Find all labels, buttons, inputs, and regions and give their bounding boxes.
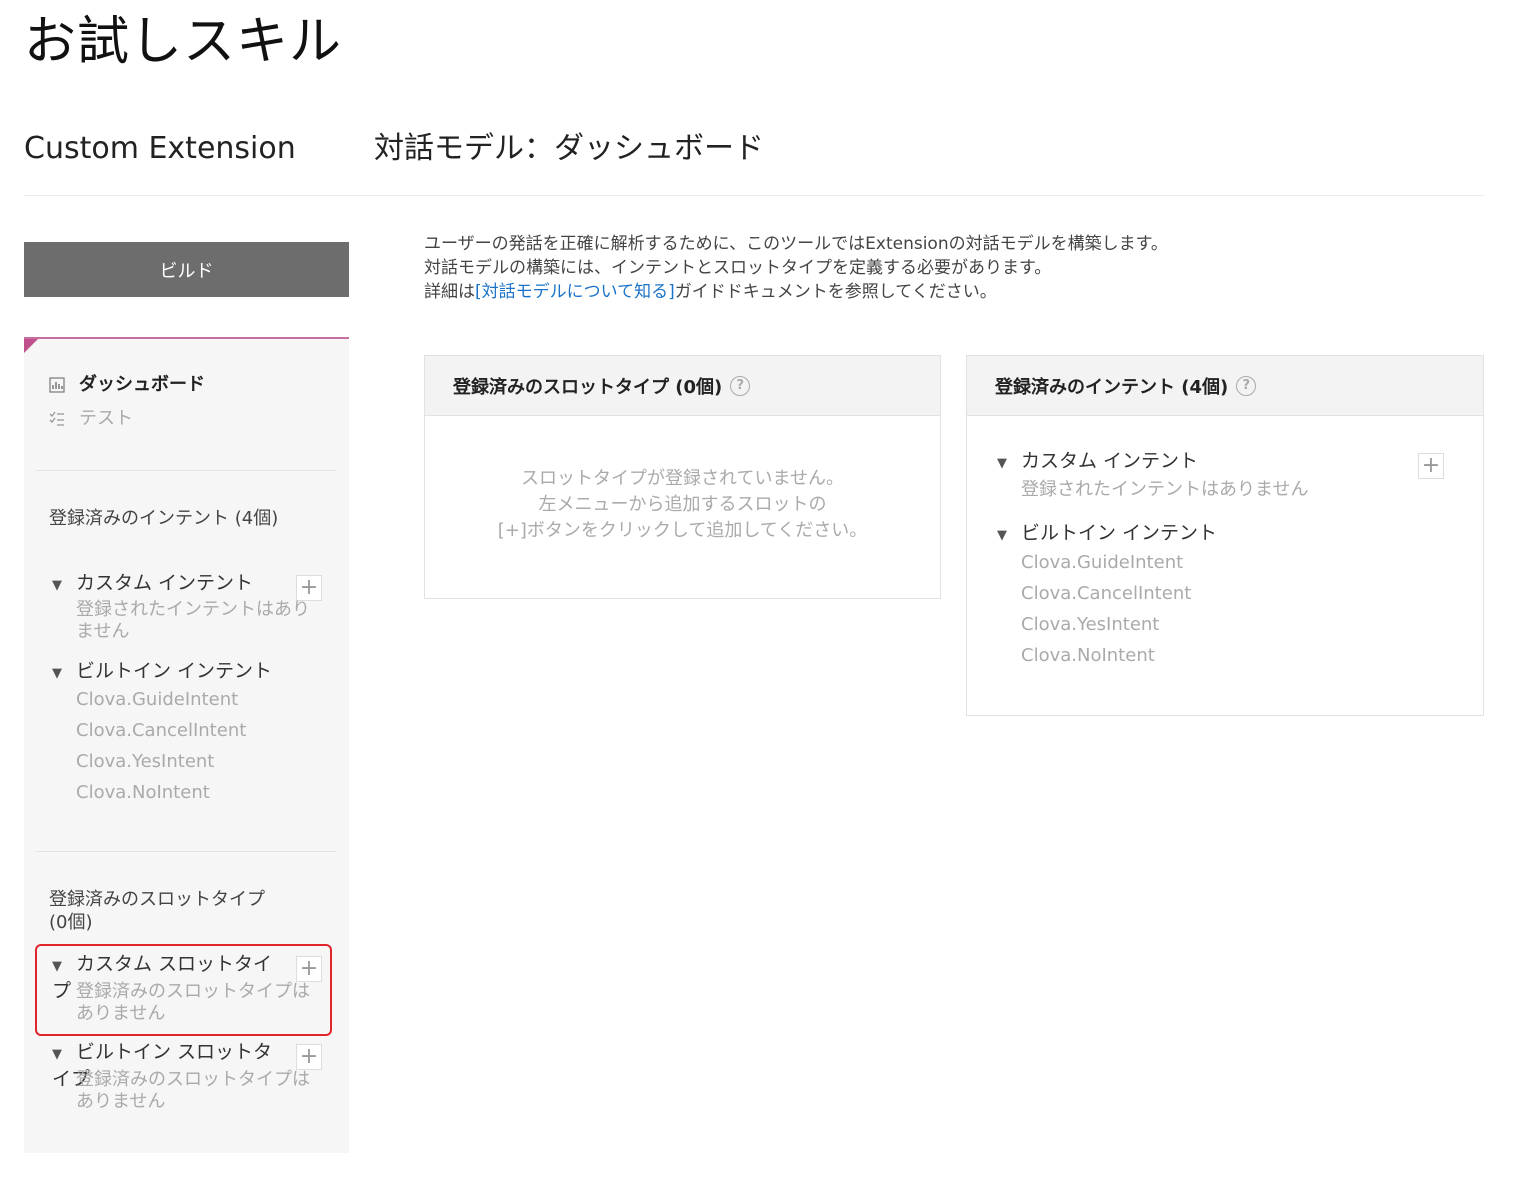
empty-line: 左メニューから追加するスロットの (538, 494, 827, 515)
add-builtin-slot-button[interactable]: + (296, 1044, 322, 1070)
triangle-down-icon: ▼ (52, 666, 62, 681)
sidebar-intent-guide[interactable]: Clova.GuideIntent (76, 689, 324, 711)
header-divider (24, 195, 1484, 196)
description-suffix: ガイドドキュメントを参照してください。 (674, 282, 997, 302)
builtin-slot-empty: 登録済みのスロットタイプはありません (76, 1069, 310, 1112)
custom-intent-empty: 登録されたインテントはありません (76, 599, 310, 642)
triangle-down-icon: ▼ (997, 456, 1007, 471)
sidebar-item-label: ダッシュボード (79, 374, 205, 395)
page-title: 対話モデル：ダッシュボード (374, 131, 764, 166)
sidebar-divider (36, 470, 336, 471)
slot-empty-message: スロットタイプが登録されていません。 左メニューから追加するスロットの [+]ボ… (425, 466, 940, 544)
sidebar-intent-cancel[interactable]: Clova.CancelIntent (76, 720, 324, 742)
sidebar-item-test[interactable]: テスト (49, 407, 133, 431)
sidebar-item-dashboard[interactable]: ダッシュボード (49, 373, 205, 397)
panel-intent-cancel[interactable]: Clova.CancelIntent (1021, 583, 1191, 605)
help-icon[interactable]: ? (1236, 375, 1257, 396)
triangle-down-icon: ▼ (52, 1047, 62, 1062)
help-icon[interactable]: ? (730, 375, 751, 396)
builtin-intent-group[interactable]: ▼ ビルトイン インテント (52, 659, 282, 686)
sidebar-divider (36, 851, 336, 852)
custom-slot-empty: 登録済みのスロットタイプはありません (76, 981, 310, 1024)
description-line: 対話モデルの構築には、インテントとスロットタイプを定義する必要があります。 (424, 258, 1052, 278)
panel-intent-no[interactable]: Clova.NoIntent (1021, 645, 1155, 667)
intents-heading: 登録済みのインテント (4個) (49, 508, 279, 529)
custom-intent-label: カスタム インテント (76, 572, 254, 594)
triangle-down-icon: ▼ (997, 528, 1007, 543)
extension-title: Custom Extension (24, 131, 296, 166)
checklist-icon (49, 411, 65, 427)
sidebar-item-label: テスト (79, 408, 133, 429)
slot-type-panel: 登録済みのスロットタイプ (0個) ? スロットタイプが登録されていません。 左… (424, 355, 941, 599)
intent-panel: 登録済みのインテント (4個) ? ▼ カスタム インテント + 登録されたインテ… (966, 355, 1484, 716)
panel-intent-yes[interactable]: Clova.YesIntent (1021, 614, 1159, 636)
custom-intent-group[interactable]: ▼ カスタム インテント (52, 571, 282, 598)
panel-builtin-intent-group[interactable]: ▼ ビルトイン インテント (997, 520, 1217, 549)
panel-intent-guide[interactable]: Clova.GuideIntent (1021, 552, 1183, 574)
slot-panel-header: 登録済みのスロットタイプ (0個) ? (425, 356, 940, 416)
triangle-down-icon: ▼ (52, 959, 62, 974)
guide-doc-link[interactable]: [対話モデルについて知る] (475, 282, 675, 302)
panel-custom-intent-label: カスタム インテント (1021, 450, 1199, 472)
sidebar-intent-yes[interactable]: Clova.YesIntent (76, 751, 324, 773)
intent-panel-title: 登録済みのインテント (4個) (995, 376, 1229, 398)
panel-builtin-intent-label: ビルトイン インテント (1021, 522, 1218, 544)
description-line: ユーザーの発話を正確に解析するために、このツールではExtensionの対話モデ… (424, 234, 1168, 254)
slots-heading: 登録済みのスロットタイプ (0個) (49, 889, 265, 933)
slot-panel-title: 登録済みのスロットタイプ (0個) (453, 376, 723, 398)
description-prefix: 詳細は (424, 282, 475, 302)
description: ユーザーの発話を正確に解析するために、このツールではExtensionの対話モデ… (424, 232, 1168, 304)
intent-panel-header: 登録済みのインテント (4個) ? (967, 356, 1483, 416)
sidebar-accent-corner (24, 339, 38, 353)
skill-title: お試しスキル (24, 12, 343, 72)
panel-custom-intent-group[interactable]: ▼ カスタム インテント (997, 448, 1198, 477)
empty-line: スロットタイプが登録されていません。 (521, 468, 844, 489)
triangle-down-icon: ▼ (52, 578, 62, 593)
sidebar: ダッシュボード テスト 登録済みのインテント (4個) ▼ カスタム インテント … (24, 337, 349, 1153)
panel-add-custom-intent-button[interactable]: + (1418, 453, 1444, 479)
empty-line: [+]ボタンをクリックして追加してください。 (497, 520, 868, 541)
sidebar-intent-no[interactable]: Clova.NoIntent (76, 782, 324, 804)
description-line: 詳細は[対話モデルについて知る]ガイドドキュメントを参照してください。 (424, 280, 1168, 304)
add-custom-intent-button[interactable]: + (296, 575, 322, 601)
panel-custom-intent-empty: 登録されたインテントはありません (1021, 479, 1309, 500)
chart-icon (49, 377, 65, 393)
build-button[interactable]: ビルド (24, 242, 349, 297)
builtin-intent-label: ビルトイン インテント (76, 660, 273, 682)
add-custom-slot-button[interactable]: + (296, 956, 322, 982)
